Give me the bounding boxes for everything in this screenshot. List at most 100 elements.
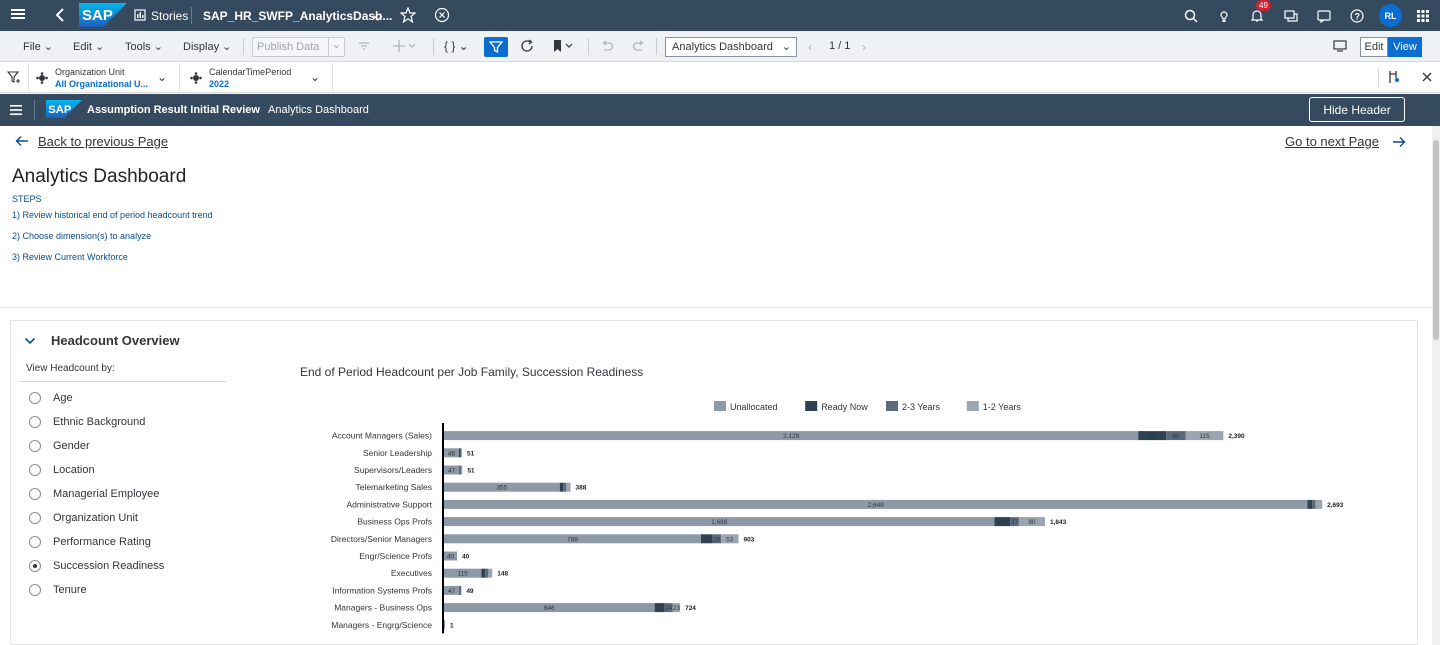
radio-button[interactable] (29, 392, 41, 404)
formula-icon[interactable]: { } ⌄ (444, 39, 469, 53)
search-icon[interactable] (1181, 6, 1201, 26)
display-menu[interactable]: Display ⌄ (183, 40, 231, 53)
radio-button[interactable] (29, 464, 41, 476)
radio-button-selected[interactable] (29, 560, 41, 572)
radio-button[interactable] (29, 584, 41, 596)
scrollbar-thumb[interactable] (1433, 140, 1439, 340)
radio-age[interactable]: Age (29, 390, 73, 406)
story-name[interactable]: SAP_HR_SWFP_AnalyticsDash... (203, 9, 392, 23)
assistant-icon[interactable] (1214, 6, 1234, 26)
step-item: 1) Review historical end of period headc… (12, 210, 213, 220)
add-filter-icon[interactable] (6, 70, 21, 87)
sap-logo[interactable]: SAP (79, 3, 127, 27)
next-arrow-icon[interactable] (1392, 136, 1406, 151)
page-select[interactable]: Analytics Dashboard ⌄ (665, 37, 797, 57)
segment-data-label: 40 (447, 554, 455, 561)
radio-button[interactable] (29, 536, 41, 548)
publish-data-button[interactable]: Publish Data ⌄ (252, 37, 345, 57)
radio-button[interactable] (29, 416, 41, 428)
device-preview-icon[interactable] (1333, 39, 1347, 56)
undo-icon[interactable] (600, 39, 614, 56)
total-data-label: 388 (576, 485, 587, 492)
story-toolbar: File ⌄ Edit ⌄ Tools ⌄ Display ⌄ Publish … (0, 31, 1440, 62)
prev-page-icon[interactable]: ‹ (808, 40, 812, 54)
edit-menu[interactable]: Edit ⌄ (73, 40, 104, 53)
bar-segment (459, 465, 461, 475)
total-data-label: 2,390 (1228, 433, 1245, 440)
radio-label: Tenure (53, 584, 87, 596)
edit-mode-button[interactable]: Edit (1360, 37, 1388, 57)
segment-data-label: 1,688 (711, 519, 728, 526)
app-grid-icon[interactable] (1413, 6, 1433, 26)
hamburger-menu-icon[interactable] (10, 104, 22, 119)
filter-token-organization-unit[interactable]: Organization Unit All Organizational U..… (28, 63, 180, 92)
bar-segment (485, 568, 489, 578)
back-chevron-icon[interactable] (54, 7, 66, 26)
file-menu[interactable]: File ⌄ (23, 40, 53, 53)
back-to-previous-page-link[interactable]: Back to previous Page (38, 134, 168, 149)
close-filter-bar-icon[interactable] (1421, 71, 1433, 86)
filter-bar: Organization Unit All Organizational U..… (0, 62, 1440, 93)
radio-button[interactable] (29, 440, 41, 452)
total-data-label: 51 (467, 468, 475, 475)
radio-managerial-employee[interactable]: Managerial Employee (29, 486, 159, 502)
collapse-chevron-icon[interactable] (24, 335, 36, 349)
help-icon[interactable]: ? (1347, 6, 1367, 26)
segment-data-label: 24 (665, 605, 673, 612)
category-label: Account Managers (Sales) (332, 431, 432, 441)
steps-label: STEPS (12, 194, 42, 204)
radio-location[interactable]: Location (29, 462, 95, 478)
bar-segment (460, 585, 462, 595)
filter-value: All Organizational U... (55, 79, 149, 89)
segment-data-label: 86 (1149, 433, 1157, 440)
stories-icon[interactable] (134, 9, 146, 24)
tools-menu[interactable]: Tools ⌄ (125, 40, 163, 53)
stories-link[interactable]: Stories (151, 9, 188, 23)
view-mode-button[interactable]: View (1388, 37, 1422, 57)
radio-button[interactable] (29, 488, 41, 500)
filter-icon (489, 41, 503, 54)
next-page-icon[interactable]: › (862, 40, 866, 54)
filter-label: Organization Unit (55, 67, 125, 77)
radio-tenure[interactable]: Tenure (29, 582, 87, 598)
segment-data-label: 115 (458, 571, 469, 578)
user-avatar[interactable]: RL (1379, 4, 1402, 27)
discussions-icon[interactable] (1281, 6, 1301, 26)
close-story-icon[interactable] (434, 7, 450, 26)
hamburger-menu-icon[interactable] (10, 6, 26, 25)
radio-performance-rating[interactable]: Performance Rating (29, 534, 151, 550)
file-menu-label: File (23, 41, 41, 53)
filter-token-calendar-time-period[interactable]: CalendarTimePeriod 2022 ⌄ (183, 63, 333, 92)
segment-data-label: 53 (726, 536, 734, 543)
radio-organization-unit[interactable]: Organization Unit (29, 510, 138, 526)
radio-gender[interactable]: Gender (29, 438, 90, 454)
view-by-divider (18, 381, 226, 382)
feedback-icon[interactable] (1314, 6, 1334, 26)
data-refresh-settings-icon[interactable] (357, 39, 371, 56)
bookmark-icon[interactable] (551, 39, 577, 56)
hide-header-button[interactable]: Hide Header (1309, 97, 1405, 122)
insert-icon[interactable] (392, 39, 418, 56)
filter-button[interactable] (484, 37, 508, 57)
segment-data-label: 788 (567, 536, 578, 543)
redo-icon[interactable] (632, 39, 646, 56)
back-arrow-icon[interactable] (15, 135, 29, 150)
refresh-icon[interactable] (520, 39, 534, 56)
radio-label: Performance Rating (53, 536, 151, 548)
story-menu-chevron-icon[interactable] (373, 11, 383, 25)
radio-label: Location (53, 464, 95, 476)
radio-ethnic-background[interactable]: Ethnic Background (29, 414, 145, 430)
bar-segment (460, 465, 462, 475)
dimension-icon (36, 72, 48, 87)
svg-text:SAP: SAP (82, 7, 113, 24)
radio-label: Age (53, 392, 73, 404)
go-to-next-page-link[interactable]: Go to next Page (1285, 134, 1379, 149)
radio-button[interactable] (29, 512, 41, 524)
radio-succession-readiness[interactable]: Succession Readiness (29, 558, 164, 574)
linked-analysis-icon[interactable] (1387, 70, 1401, 87)
dimension-icon (190, 72, 202, 87)
favorite-star-icon[interactable] (399, 6, 417, 26)
segment-data-label: 115 (1199, 433, 1210, 440)
legend-swatch (805, 401, 818, 411)
panel-title: Headcount Overview (51, 333, 180, 348)
